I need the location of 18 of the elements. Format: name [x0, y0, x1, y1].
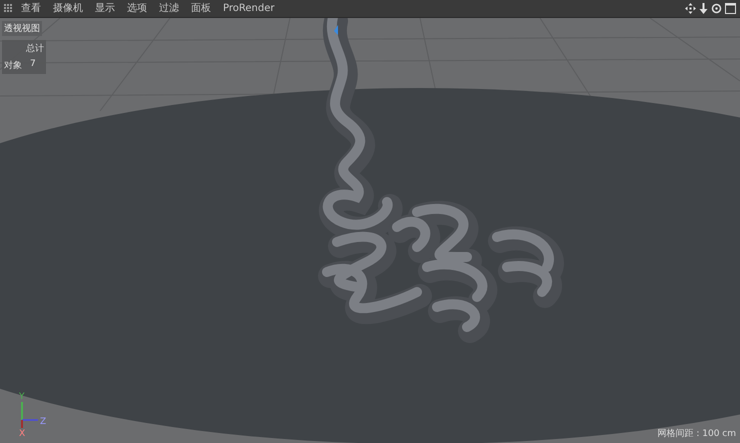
- window-icon[interactable]: [725, 3, 736, 14]
- stats-heading: 总计: [26, 42, 44, 55]
- menu-item[interactable]: 摄像机: [47, 0, 89, 17]
- down-arrow-icon[interactable]: [699, 3, 708, 14]
- menu-item[interactable]: ProRender: [217, 0, 280, 17]
- menu-item[interactable]: 过滤: [153, 0, 185, 17]
- move-icon[interactable]: [685, 3, 696, 14]
- stats-value: 7: [30, 59, 36, 71]
- menu-item[interactable]: 选项: [121, 0, 153, 17]
- grid-spacing-label: 网格间距 : 100 cm: [657, 428, 736, 440]
- stats-label: 对象: [4, 60, 22, 72]
- rotate-icon[interactable]: [711, 3, 722, 14]
- menu-item[interactable]: 查看: [15, 0, 47, 17]
- viewport-title[interactable]: 透视视图: [2, 21, 42, 36]
- grip-icon[interactable]: [4, 4, 13, 13]
- menu-item[interactable]: 显示: [89, 0, 121, 17]
- menu-item[interactable]: 面板: [185, 0, 217, 17]
- axis-gizmo-drawing: Y Z X: [14, 390, 54, 438]
